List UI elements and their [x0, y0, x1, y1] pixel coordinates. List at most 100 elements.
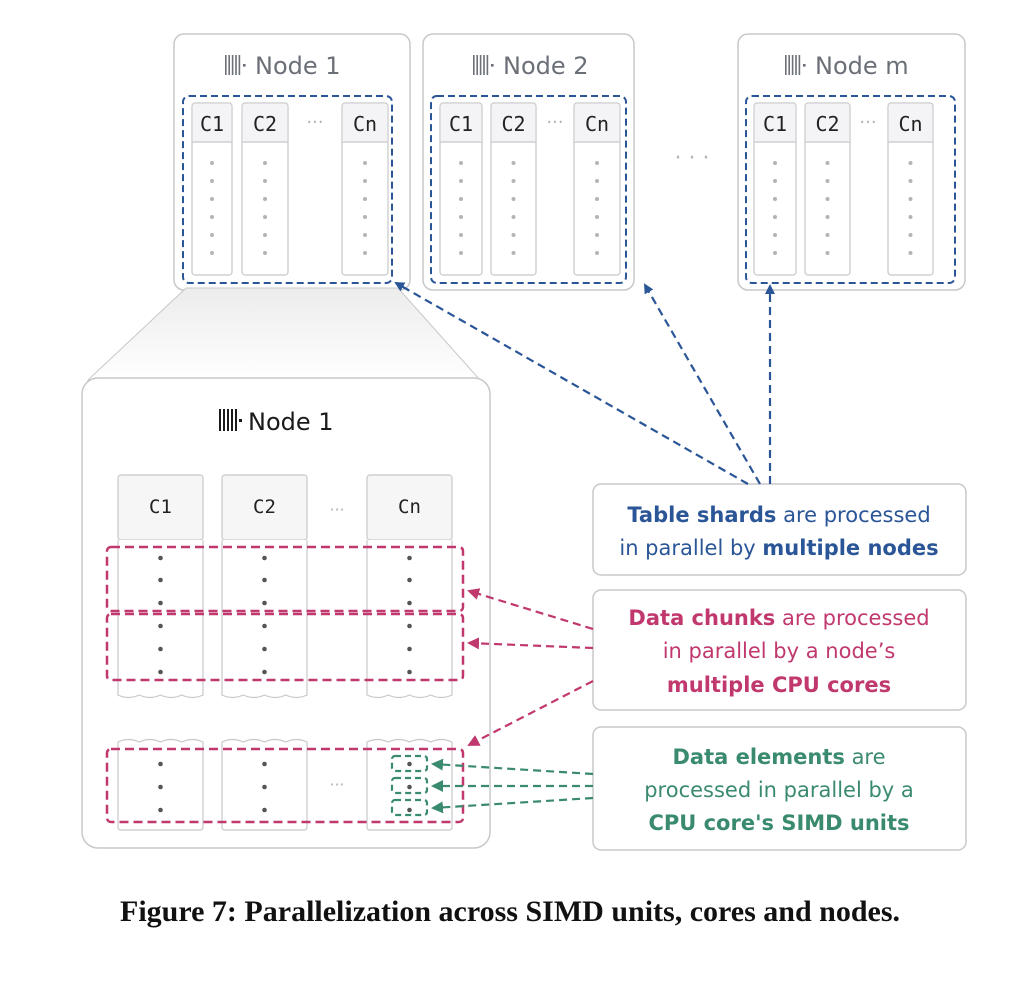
- column-ellipsis: ···: [306, 112, 323, 133]
- data-dot: [262, 600, 267, 606]
- data-dot: [773, 233, 777, 237]
- data-dot: [459, 197, 463, 201]
- callout-data-elements: Data elements are processed in parallel …: [592, 726, 967, 851]
- chunks-text-2: in parallel by a node’s: [663, 639, 896, 663]
- data-dot: [262, 784, 267, 790]
- column-label: C1: [149, 496, 172, 518]
- svg-text:Table shards are processed: Table shards are processed: [627, 503, 930, 527]
- data-dot: [263, 179, 267, 183]
- column-ellipsis: ···: [329, 775, 344, 794]
- data-dot: [262, 761, 267, 767]
- elements-bold-1: Data elements: [672, 745, 844, 769]
- node-title: Node m: [815, 52, 909, 80]
- data-dot: [908, 251, 913, 255]
- data-dot: [363, 233, 367, 237]
- zoomed-column-c2: C2: [221, 474, 308, 831]
- column-c2: C2: [804, 102, 851, 276]
- elements-text-2: processed in parallel by a: [644, 778, 914, 802]
- data-dot: [459, 179, 463, 183]
- zoomed-node-title: Node 1: [248, 408, 334, 436]
- data-dot: [595, 251, 599, 255]
- data-dot: [773, 251, 777, 255]
- data-dot: [363, 215, 367, 219]
- data-dot: [407, 761, 412, 767]
- data-dot: [158, 577, 163, 583]
- data-dot: [210, 215, 214, 219]
- data-dot: [908, 161, 913, 165]
- chunks-bold-1: Data chunks: [628, 606, 775, 630]
- data-dot: [908, 215, 913, 219]
- data-dot: [407, 555, 412, 561]
- data-dot: [407, 807, 412, 813]
- data-dot: [363, 197, 367, 201]
- data-dot: [511, 197, 516, 201]
- column-label: Cn: [585, 112, 609, 136]
- node-title: Node 1: [255, 52, 341, 80]
- data-dot: [263, 161, 267, 165]
- data-dot: [407, 669, 412, 675]
- column-c2: C2: [241, 102, 289, 276]
- column-c1: C1: [191, 102, 233, 276]
- data-dot: [595, 233, 599, 237]
- data-dot: [407, 646, 412, 652]
- node-title: Node 2: [503, 52, 589, 80]
- data-dot: [773, 215, 777, 219]
- data-dot: [908, 197, 913, 201]
- data-dot: [158, 555, 163, 561]
- zoom-funnel: [86, 287, 482, 381]
- data-dot: [407, 577, 412, 583]
- node-1-box: Node 1 C1 C2 Cn ···: [173, 33, 411, 291]
- column-label: C2: [501, 112, 525, 136]
- data-dot: [262, 646, 267, 652]
- column-label: C1: [763, 112, 787, 136]
- data-dot: [773, 179, 777, 183]
- data-dot: [263, 233, 267, 237]
- callout-table-shards: Table shards are processed in parallel b…: [592, 483, 967, 576]
- data-dot: [773, 161, 777, 165]
- column-label: C2: [253, 496, 276, 518]
- data-dot: [158, 761, 163, 767]
- data-dot: [262, 577, 267, 583]
- data-dot: [825, 215, 830, 219]
- data-dot: [459, 233, 463, 237]
- data-dot: [158, 646, 163, 652]
- data-dot: [210, 161, 214, 165]
- shards-text-1: are processed: [776, 503, 930, 527]
- data-dot: [210, 197, 214, 201]
- column-label: C1: [449, 112, 473, 136]
- data-dot: [908, 179, 913, 183]
- data-dot: [825, 179, 830, 183]
- data-dot: [459, 215, 463, 219]
- data-dot: [158, 623, 163, 629]
- shards-bold-1: Table shards: [627, 503, 776, 527]
- data-dot: [210, 233, 214, 237]
- parallelization-diagram: Node 1 C1 C2 Cn ··· Node 2 C1 C2 Cn ··· Node m C1 C2…: [81, 33, 967, 851]
- data-dot: [158, 600, 163, 606]
- between-nodes-ellipsis: · · ·: [675, 146, 710, 171]
- data-dot: [210, 179, 214, 183]
- data-dot: [262, 669, 267, 675]
- column-cn: Cn: [887, 102, 934, 276]
- column-cn: Cn: [341, 102, 389, 276]
- data-dot: [595, 215, 599, 219]
- data-dot: [511, 161, 516, 165]
- data-dot: [263, 197, 267, 201]
- data-dot: [363, 161, 367, 165]
- elements-text-1: are: [845, 745, 886, 769]
- svg-text:in parallel by multiple nodes: in parallel by multiple nodes: [619, 536, 938, 560]
- data-dot: [825, 233, 830, 237]
- data-dot: [407, 600, 412, 606]
- zoomed-column-c1: C1: [117, 474, 204, 831]
- node-2-box: Node 2 C1 C2 Cn ···: [422, 33, 635, 291]
- data-dot: [773, 197, 777, 201]
- data-dot: [825, 251, 830, 255]
- data-dot: [595, 179, 599, 183]
- data-dot: [825, 197, 830, 201]
- data-dot: [262, 555, 267, 561]
- column-c1: C1: [753, 102, 797, 276]
- data-dot: [407, 784, 412, 790]
- data-dot: [407, 623, 412, 629]
- shards-bold-2: multiple nodes: [762, 536, 938, 560]
- data-dot: [511, 215, 516, 219]
- svg-text:Data elements are: Data elements are: [672, 745, 885, 769]
